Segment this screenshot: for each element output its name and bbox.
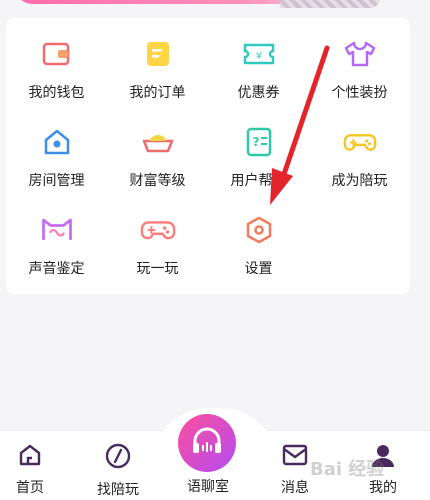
- menu-item-settings[interactable]: 设置: [208, 212, 309, 300]
- coupon-icon: ¥: [241, 36, 277, 72]
- menu-label: 玩一玩: [136, 260, 179, 276]
- menu-label: 房间管理: [28, 172, 85, 188]
- menu-label: 优惠券: [237, 84, 280, 100]
- gamepad-icon: [342, 124, 378, 160]
- settings-hexagon-icon: [241, 212, 277, 248]
- menu-label: 成为陪玩: [331, 172, 388, 188]
- tab-label-home: 首页: [16, 479, 44, 495]
- svg-text:?: ?: [252, 135, 259, 149]
- menu-label: 用户帮助: [230, 172, 287, 188]
- tab-voice-chat-room[interactable]: [178, 414, 236, 472]
- menu-item-wealth-level[interactable]: 财富等级: [107, 124, 208, 212]
- menu-label: 设置: [244, 260, 273, 276]
- menu-item-dress-up[interactable]: 个性装扮: [309, 36, 410, 124]
- menu-item-room-management[interactable]: 房间管理: [6, 124, 107, 212]
- home-icon: [17, 442, 43, 473]
- menu-label: 我的钱包: [28, 84, 85, 100]
- menu-item-play[interactable]: 玩一玩: [107, 212, 208, 300]
- tab-label-chat: 语聊室: [187, 478, 229, 494]
- menu-item-voice-appraisal[interactable]: 声音鉴定: [6, 212, 107, 300]
- envelope-icon: [281, 442, 309, 473]
- menu-item-coupons[interactable]: ¥ 优惠券: [208, 36, 309, 124]
- menu-label: 个性装扮: [331, 84, 388, 100]
- sound-cat-icon: [39, 212, 75, 248]
- banner-illustration: [280, 0, 380, 8]
- house-icon: [39, 124, 75, 160]
- feature-menu-card: 我的钱包 我的订单 ¥ 优惠券 个性装扮 房间管理 财富等级 ? 用户帮助 成为…: [6, 18, 410, 294]
- headphones-icon: [187, 421, 227, 466]
- menu-label: 我的订单: [129, 84, 186, 100]
- tab-label-messages: 消息: [281, 479, 309, 495]
- menu-label: 财富等级: [129, 172, 186, 188]
- watermark: Bai 经验: [310, 459, 385, 480]
- feature-grid: 我的钱包 我的订单 ¥ 优惠券 个性装扮 房间管理 财富等级 ? 用户帮助 成为…: [6, 36, 410, 300]
- wallet-icon: [39, 36, 75, 72]
- menu-item-user-help[interactable]: ? 用户帮助: [208, 124, 309, 212]
- menu-item-wallet[interactable]: 我的钱包: [6, 36, 107, 124]
- menu-label: 声音鉴定: [28, 260, 85, 276]
- compass-icon: [104, 442, 132, 475]
- menu-item-orders[interactable]: 我的订单: [107, 36, 208, 124]
- svg-text:¥: ¥: [255, 51, 261, 62]
- game-controller-icon: [140, 212, 176, 248]
- tab-home[interactable]: 首页: [0, 442, 60, 497]
- tab-find-companion[interactable]: 找陪玩: [88, 442, 148, 499]
- order-icon: [140, 36, 176, 72]
- help-doc-icon: ?: [241, 124, 277, 160]
- tshirt-icon: [342, 36, 378, 72]
- menu-item-become-companion[interactable]: 成为陪玩: [309, 124, 410, 212]
- ingot-icon: [140, 124, 176, 160]
- tab-label-find: 找陪玩: [97, 481, 139, 497]
